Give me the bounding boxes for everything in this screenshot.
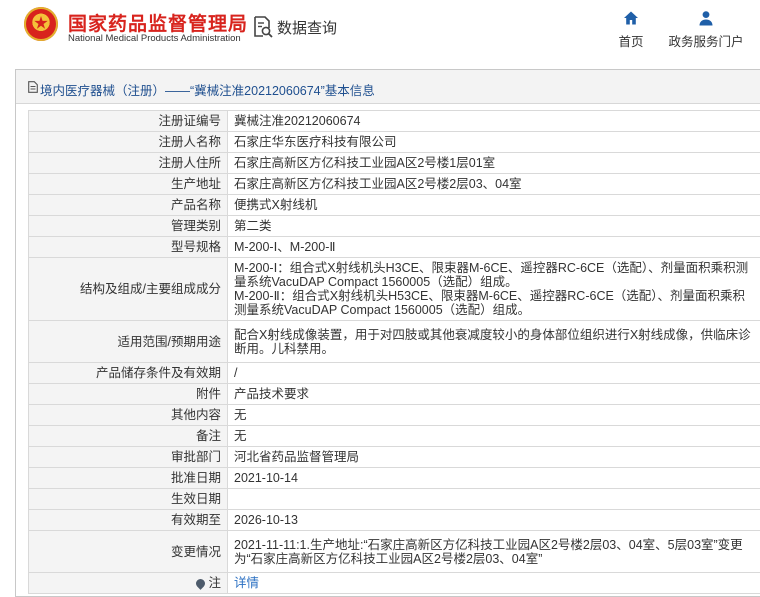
field-value: 无 [228, 426, 760, 447]
field-label: 注册人名称 [29, 132, 228, 153]
breadcrumb-text: 境内医疗器械（注册）——“冀械注准20212060674”基本信息 [40, 80, 375, 99]
field-value [228, 489, 760, 510]
field-value: 冀械注准20212060674 [228, 111, 760, 132]
nav-home-label: 首页 [614, 31, 648, 50]
table-row: 适用范围/预期用途配合X射线成像装置，用于对四肢或其他衰减度较小的身体部位组织进… [29, 321, 760, 363]
table-row: 审批部门河北省药品监督管理局 [29, 447, 760, 468]
table-row: 变更情况2021-11-11:1.生产地址:“石家庄高新区方亿科技工业园A区2号… [29, 531, 760, 573]
field-label: 其他内容 [29, 405, 228, 426]
field-value: M-200-Ⅰ：组合式X射线机头H3CE、限束器M-6CE、遥控器RC-6CE（… [228, 258, 760, 321]
table-row: 管理类别第二类 [29, 216, 760, 237]
field-label: 结构及组成/主要组成成分 [29, 258, 228, 321]
table-row: 有效期至 2026-10-13 [29, 510, 760, 531]
table-row: 注册证编号冀械注准20212060674 [29, 111, 760, 132]
field-value-text: 石家庄高新区方亿科技工业园A区2号楼1层01室 [234, 156, 495, 170]
site-title[interactable]: 国家药品监督管理局 [68, 9, 248, 36]
field-value: 河北省药品监督管理局 [228, 447, 760, 468]
field-value-text: 第二类 [234, 219, 272, 233]
table-row: 备注无 [29, 426, 760, 447]
field-value-text: 冀械注准20212060674 [234, 114, 360, 128]
field-label: 批准日期 [29, 468, 228, 489]
table-row: 产品名称便携式X射线机 [29, 195, 760, 216]
field-value: 配合X射线成像装置，用于对四肢或其他衰减度较小的身体部位组织进行X射线成像，供临… [228, 321, 760, 363]
field-value: 2026-10-13 [228, 510, 760, 531]
field-value: 产品技术要求 [228, 384, 760, 405]
details-link[interactable]: 详情 [234, 576, 259, 590]
field-value-text: M-200-Ⅰ：组合式X射线机头H3CE、限束器M-6CE、遥控器RC-6CE（… [234, 261, 748, 317]
nav-gov-services-label: 政务服务门户 [668, 31, 744, 50]
field-value: 2021-10-14 [228, 468, 760, 489]
table-row: 批准日期 2021-10-14 [29, 468, 760, 489]
field-label: 注册证编号 [29, 111, 228, 132]
field-label: 附件 [29, 384, 228, 405]
field-value-text: 2026-10-13 [234, 513, 298, 527]
table-row: 产品储存条件及有效期 / [29, 363, 760, 384]
field-value-text: 河北省药品监督管理局 [234, 450, 359, 464]
field-label: 产品储存条件及有效期 [29, 363, 228, 384]
table-row: 附件产品技术要求 [29, 384, 760, 405]
field-label: 变更情况 [29, 531, 228, 573]
field-label: 适用范围/预期用途 [29, 321, 228, 363]
field-label: 有效期至 [29, 510, 228, 531]
document-search-icon [253, 16, 273, 38]
table-row: 型号规格 M-200-Ⅰ、M-200-Ⅱ [29, 237, 760, 258]
field-value-text: / [234, 366, 237, 380]
field-label: 注册人住所 [29, 153, 228, 174]
field-value: 第二类 [228, 216, 760, 237]
nav-home[interactable]: 首页 [614, 10, 648, 50]
table-row: 生效日期 [29, 489, 760, 510]
data-query-label: 数据查询 [277, 17, 337, 38]
breadcrumb: 境内医疗器械（注册）——“冀械注准20212060674”基本信息 [16, 70, 760, 104]
field-value-text: 石家庄华东医疗科技有限公司 [234, 135, 397, 149]
field-label: 生产地址 [29, 174, 228, 195]
site-subtitle: National Medical Products Administration [68, 33, 241, 44]
table-row: 生产地址石家庄高新区方亿科技工业园A区2号楼2层03、04室 [29, 174, 760, 195]
field-value-text: 石家庄高新区方亿科技工业园A区2号楼2层03、04室 [234, 177, 522, 191]
registration-info-table: 注册证编号冀械注准20212060674注册人名称石家庄华东医疗科技有限公司注册… [28, 110, 760, 594]
field-value-text: M-200-Ⅰ、M-200-Ⅱ [234, 240, 336, 254]
field-value-text: 无 [234, 429, 247, 443]
table-row-note: 注 详情 [29, 573, 760, 594]
field-label: 生效日期 [29, 489, 228, 510]
user-icon [698, 10, 714, 26]
field-value-text: 便携式X射线机 [234, 198, 317, 212]
note-label: 注 [208, 576, 221, 590]
field-value-text: 无 [234, 408, 247, 422]
field-value: 石家庄高新区方亿科技工业园A区2号楼1层01室 [228, 153, 760, 174]
detail-panel: 境内医疗器械（注册）——“冀械注准20212060674”基本信息 注册证编号冀… [15, 69, 760, 597]
field-value: 无 [228, 405, 760, 426]
field-value-note: 详情 [228, 573, 760, 594]
field-label: 型号规格 [29, 237, 228, 258]
field-label-note: 注 [29, 573, 228, 594]
field-value-text: 2021-11-11:1.生产地址:“石家庄高新区方亿科技工业园A区2号楼2层0… [234, 538, 743, 566]
field-value: 石家庄高新区方亿科技工业园A区2号楼2层03、04室 [228, 174, 760, 195]
field-value-text: 配合X射线成像装置，用于对四肢或其他衰减度较小的身体部位组织进行X射线成像，供临… [234, 328, 751, 356]
document-icon [28, 81, 38, 93]
map-pin-icon [195, 577, 208, 590]
table-row: 注册人名称石家庄华东医疗科技有限公司 [29, 132, 760, 153]
national-emblem-logo[interactable] [24, 7, 58, 41]
table-row: 其他内容无 [29, 405, 760, 426]
field-value-text: 2021-10-14 [234, 471, 298, 485]
field-label: 产品名称 [29, 195, 228, 216]
nav-gov-services[interactable]: 政务服务门户 [668, 10, 744, 50]
home-icon [623, 10, 639, 26]
table-row: 注册人住所石家庄高新区方亿科技工业园A区2号楼1层01室 [29, 153, 760, 174]
field-label: 管理类别 [29, 216, 228, 237]
field-value: 2021-11-11:1.生产地址:“石家庄高新区方亿科技工业园A区2号楼2层0… [228, 531, 760, 573]
site-header: 国家药品监督管理局 National Medical Products Admi… [0, 0, 760, 56]
field-value: M-200-Ⅰ、M-200-Ⅱ [228, 237, 760, 258]
field-label: 备注 [29, 426, 228, 447]
field-value: / [228, 363, 760, 384]
field-label: 审批部门 [29, 447, 228, 468]
table-row: 结构及组成/主要组成成分M-200-Ⅰ：组合式X射线机头H3CE、限束器M-6C… [29, 258, 760, 321]
field-value: 石家庄华东医疗科技有限公司 [228, 132, 760, 153]
field-value-text: 产品技术要求 [234, 387, 309, 401]
field-value: 便携式X射线机 [228, 195, 760, 216]
